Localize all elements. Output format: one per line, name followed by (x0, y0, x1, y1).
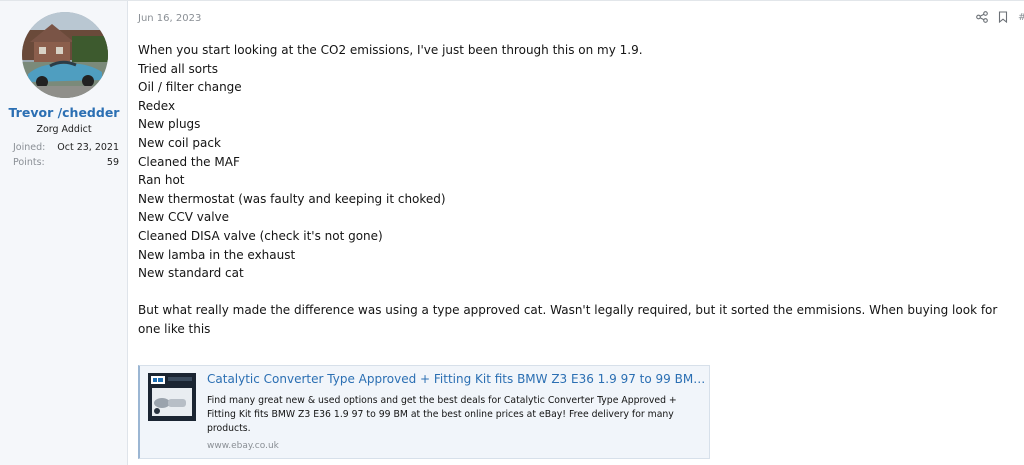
post-line: New lamba in the exhaust (138, 247, 296, 262)
post-permalink[interactable]: # (1018, 12, 1024, 23)
link-preview-domain: www.ebay.co.uk (207, 441, 279, 451)
bookmark-icon[interactable] (998, 11, 1008, 23)
link-preview-title[interactable]: Catalytic Converter Type Approved + Fitt… (207, 372, 707, 386)
link-preview-card[interactable]: Catalytic Converter Type Approved + Fitt… (138, 365, 710, 459)
points-value: 59 (106, 157, 119, 168)
post-date-link[interactable]: Jun 16, 2023 (138, 13, 201, 24)
post-line: Ran hot (138, 173, 185, 188)
link-preview-description: Find many great new & used options and g… (207, 395, 677, 435)
post-line: Tried all sorts (138, 61, 218, 76)
post-line: Cleaned the MAF (138, 154, 240, 169)
post-actions: # (976, 11, 1024, 23)
post-body: When you start looking at the CO2 emissi… (138, 41, 1018, 339)
post-line: Cleaned DISA valve (check it's not gone) (138, 228, 383, 243)
post-line: Redex (138, 98, 176, 113)
avatar[interactable] (22, 12, 108, 98)
post-line: New thermostat (was faulty and keeping i… (138, 191, 446, 206)
forum-post: Trevor /chedder Zorg Addict Joined: Oct … (0, 0, 1024, 465)
post-line: New standard cat (138, 266, 244, 281)
points-label: Points: (13, 157, 45, 168)
user-title: Zorg Addict (36, 124, 92, 135)
share-icon[interactable] (976, 11, 988, 23)
post-line: New CCV valve (138, 210, 230, 225)
joined-label: Joined: (13, 142, 46, 153)
joined-stat: Joined: Oct 23, 2021 (13, 142, 119, 153)
username-link[interactable]: Trevor /chedder (0, 105, 128, 120)
joined-value: Oct 23, 2021 (57, 142, 119, 153)
post-line: When you start looking at the CO2 emissi… (138, 43, 643, 57)
post-line: New coil pack (138, 135, 221, 150)
post-message-panel: Jun 16, 2023 # When you start looking at (128, 1, 1024, 465)
post-line: New plugs (138, 117, 201, 132)
product-thumbnail (148, 373, 196, 421)
points-stat: Points: 59 (13, 157, 119, 168)
post-user-panel: Trevor /chedder Zorg Addict Joined: Oct … (0, 1, 128, 465)
post-paragraph: But what really made the difference was … (138, 303, 998, 336)
post-line: Oil / filter change (138, 80, 242, 95)
